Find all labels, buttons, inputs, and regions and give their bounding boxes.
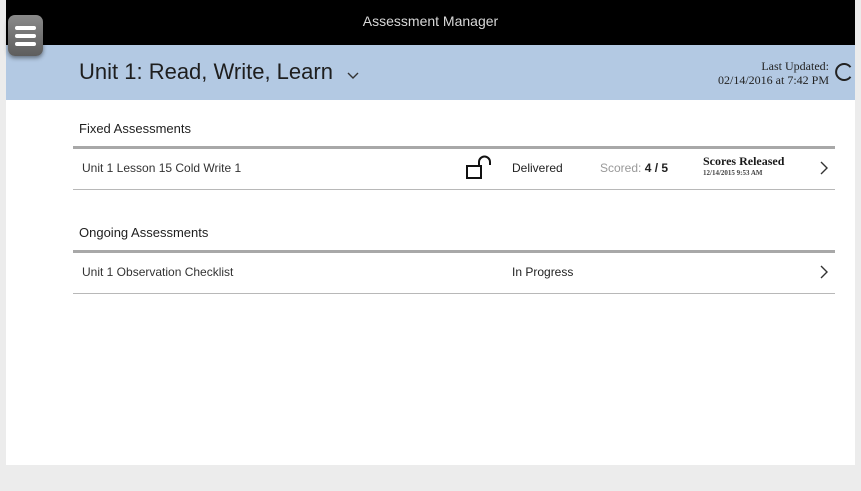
assessment-status: Delivered [512, 161, 563, 175]
release-status-label: Scores Released [703, 154, 785, 168]
chevron-right-icon[interactable] [819, 161, 829, 175]
unit-header: Unit 1: Read, Write, Learn Last Updated:… [6, 45, 855, 100]
release-status: Scores Released 12/14/2015 9:53 AM [703, 154, 784, 177]
app-frame: Assessment Manager Unit 1: Read, Write, … [0, 0, 861, 491]
scored-label: Scored: [600, 161, 642, 175]
scored-value: 4 / 5 [644, 161, 669, 175]
release-date: 12/14/2015 9:53 AM [703, 169, 763, 177]
unlock-icon[interactable] [465, 155, 495, 181]
app-title: Assessment Manager [362, 13, 499, 29]
assessment-name: Unit 1 Lesson 15 Cold Write 1 [82, 161, 242, 175]
chevron-down-icon [347, 60, 359, 86]
menu-button[interactable] [8, 15, 43, 56]
assessment-name: Unit 1 Observation Checklist [82, 265, 234, 279]
last-updated-value: 02/14/2016 at 7:42 PM [717, 73, 829, 87]
unit-selector[interactable]: Unit 1: Read, Write, Learn [79, 59, 359, 86]
title-bar: Assessment Manager [6, 0, 855, 45]
scored-summary: Scored: 4 / 5 [600, 161, 668, 175]
unit-title: Unit 1: Read, Write, Learn [79, 59, 333, 84]
last-updated-label: Last Updated: [761, 59, 829, 73]
ongoing-assessments-title: Ongoing Assessments [79, 225, 209, 240]
last-updated: Last Updated: 02/14/2016 at 7:42 PM [718, 59, 829, 87]
ongoing-assessment-row[interactable]: Unit 1 Observation Checklist In Progress [73, 253, 835, 294]
fixed-assessment-row[interactable]: Unit 1 Lesson 15 Cold Write 1 Delivered … [73, 149, 835, 190]
refresh-icon[interactable] [833, 61, 855, 83]
fixed-assessments-title: Fixed Assessments [79, 121, 191, 136]
chevron-right-icon[interactable] [819, 265, 829, 279]
assessment-status: In Progress [512, 265, 574, 279]
